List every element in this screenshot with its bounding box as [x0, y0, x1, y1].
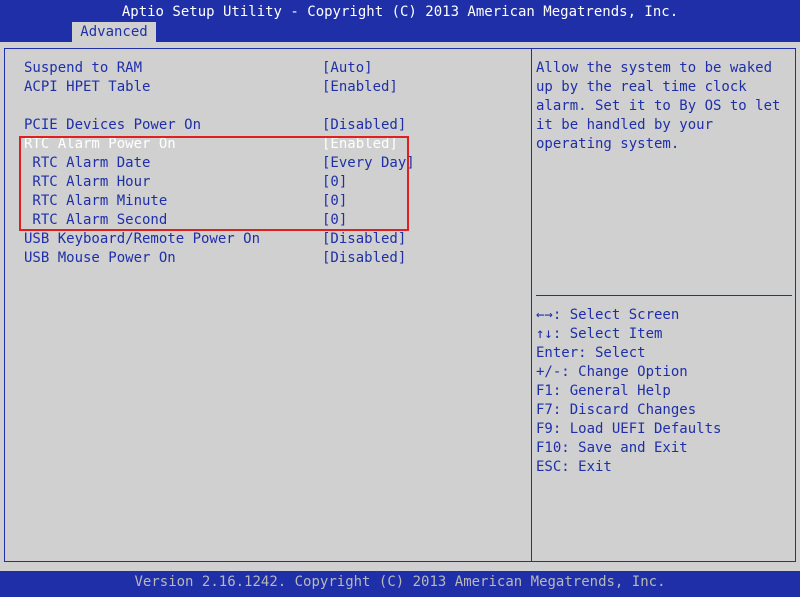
help-divider — [536, 295, 792, 296]
setting-pcie-devices-power-on[interactable]: PCIE Devices Power On [Disabled] — [24, 116, 524, 135]
key-hint-save-exit: F10: Save and Exit — [536, 440, 688, 456]
key-hint-change-option: +/-: Change Option — [536, 364, 688, 380]
key-hint-select-screen: ←→: Select Screen — [536, 307, 680, 323]
key-legend: ←→: Select Screen ↑↓: Select Item Enter:… — [536, 306, 786, 477]
setting-value[interactable]: [Disabled] — [322, 116, 406, 135]
key-hint-discard-changes: F7: Discard Changes — [536, 402, 697, 418]
setting-acpi-hpet-table[interactable]: ACPI HPET Table [Enabled] — [24, 78, 524, 97]
help-text: Allow the system to be waked up by the r… — [536, 60, 781, 152]
key-hint-exit: ESC: Exit — [536, 459, 612, 475]
setting-value[interactable]: [Disabled] — [322, 230, 406, 249]
key-hint-general-help: F1: General Help — [536, 383, 671, 399]
setting-value[interactable]: [Enabled] — [322, 78, 398, 97]
setting-label: PCIE Devices Power On — [24, 117, 202, 133]
tab-advanced[interactable]: Advanced — [72, 22, 156, 42]
setting-label: ACPI HPET Table — [24, 79, 151, 95]
key-hint-load-defaults: F9: Load UEFI Defaults — [536, 421, 722, 437]
setting-value[interactable]: [Disabled] — [322, 249, 406, 268]
footer-version: Version 2.16.1242. Copyright (C) 2013 Am… — [0, 571, 800, 597]
setting-suspend-to-ram[interactable]: Suspend to RAM [Auto] — [24, 59, 524, 78]
key-hint-select-item: ↑↓: Select Item — [536, 326, 663, 342]
tab-bar: Advanced — [0, 22, 800, 42]
rtc-alarm-highlight-box — [19, 136, 409, 231]
setting-label: USB Keyboard/Remote Power On — [24, 231, 261, 247]
setting-label: Suspend to RAM — [24, 60, 143, 76]
panel-divider — [531, 48, 532, 562]
window-title: Aptio Setup Utility - Copyright (C) 2013… — [0, 0, 800, 22]
setting-label: USB Mouse Power On — [24, 250, 176, 266]
setting-usb-mouse-power-on[interactable]: USB Mouse Power On [Disabled] — [24, 249, 524, 268]
setting-usb-keyboard-remote-power-on[interactable]: USB Keyboard/Remote Power On [Disabled] — [24, 230, 524, 249]
setting-value[interactable]: [Auto] — [322, 59, 373, 78]
key-hint-enter: Enter: Select — [536, 345, 646, 361]
